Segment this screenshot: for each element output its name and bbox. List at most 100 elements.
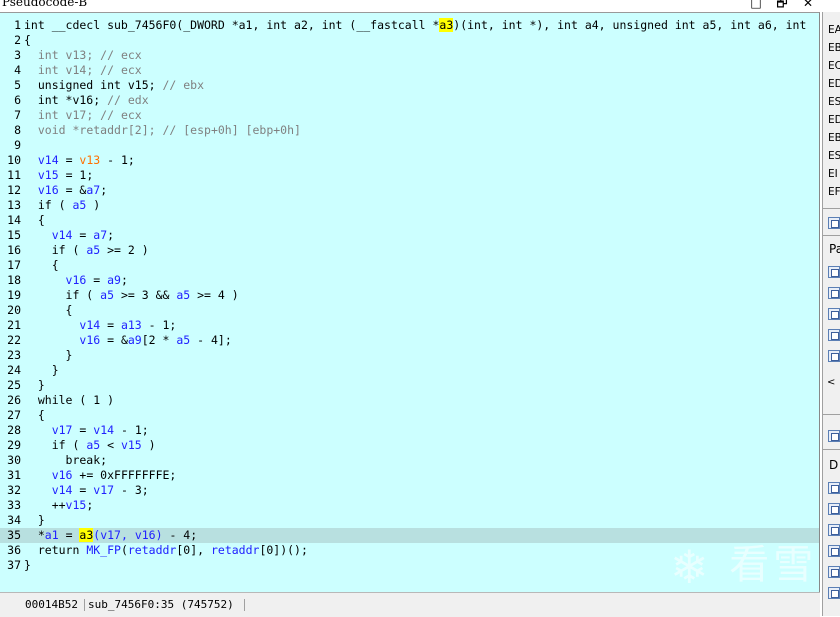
code-line[interactable]: 4 int v14; // ecx [0, 63, 819, 78]
code-token: } [24, 363, 59, 377]
close-button[interactable]: ✕ [800, 0, 816, 10]
code-text[interactable]: v16 = &a7; [24, 183, 107, 198]
code-token: >= 4 ) [190, 288, 239, 302]
panel-icon[interactable] [828, 587, 840, 599]
panel-icon[interactable] [828, 566, 840, 578]
code-line[interactable]: 16 if ( a5 >= 2 ) [0, 243, 819, 258]
code-text[interactable]: while ( 1 ) [24, 393, 114, 408]
code-line[interactable]: 12 v16 = &a7; [0, 183, 819, 198]
code-line[interactable]: 18 v16 = a9; [0, 273, 819, 288]
code-text[interactable]: return MK_FP(retaddr[0], retaddr[0])(); [24, 543, 308, 558]
code-text[interactable]: { [24, 258, 59, 273]
code-text[interactable]: if ( a5 ) [24, 198, 100, 213]
code-line[interactable]: 31 v16 += 0xFFFFFFFE; [0, 468, 819, 483]
code-line[interactable]: 9 [0, 138, 819, 153]
code-token: } [24, 378, 45, 392]
code-line[interactable]: 26 while ( 1 ) [0, 393, 819, 408]
code-line[interactable]: 11 v15 = 1; [0, 168, 819, 183]
code-line[interactable]: 19 if ( a5 >= 3 && a5 >= 4 ) [0, 288, 819, 303]
code-text[interactable]: ++v15; [24, 498, 94, 513]
panel-icon[interactable] [828, 350, 840, 362]
panel-icon[interactable] [828, 545, 840, 557]
code-text[interactable]: unsigned int v15; // ebx [24, 78, 204, 93]
scroll-left-icon[interactable]: < [827, 377, 835, 388]
code-line[interactable]: 33 ++v15; [0, 498, 819, 513]
code-text[interactable]: if ( a5 >= 2 ) [24, 243, 149, 258]
code-text[interactable]: v14 = a13 - 1; [24, 318, 176, 333]
panel-icon[interactable] [828, 287, 840, 299]
code-token: a5 [86, 438, 101, 452]
code-text[interactable]: if ( a5 >= 3 && a5 >= 4 ) [24, 288, 239, 303]
code-text[interactable]: void *retaddr[2]; // [esp+0h] [ebp+0h] [24, 123, 301, 138]
code-line[interactable]: 2{ [0, 33, 819, 48]
code-line[interactable]: 1 int __cdecl sub_7456F0(_DWORD *a1, int … [0, 18, 819, 33]
code-text[interactable]: if ( a5 < v15 ) [24, 438, 156, 453]
panel-icon[interactable] [828, 430, 840, 442]
code-line[interactable]: 20 { [0, 303, 819, 318]
code-text[interactable]: v17 = v14 - 1; [24, 423, 149, 438]
code-line[interactable]: 17 { [0, 258, 819, 273]
code-line[interactable]: 6 int *v16; // edx [0, 93, 819, 108]
code-text[interactable]: } [24, 558, 31, 573]
code-line[interactable]: 27 { [0, 408, 819, 423]
code-line[interactable]: 15 v14 = a7; [0, 228, 819, 243]
restore-button[interactable]: 🗗 [774, 0, 790, 10]
panel-icon[interactable] [828, 482, 840, 494]
code-text[interactable]: v16 = a9; [24, 273, 128, 288]
code-text[interactable]: } [24, 348, 73, 363]
code-line[interactable]: 21 v14 = a13 - 1; [0, 318, 819, 333]
code-line[interactable]: 10 v14 = v13 - 1; [0, 153, 819, 168]
code-line[interactable]: 22 v16 = &a9[2 * a5 - 4]; [0, 333, 819, 348]
code-token: (v17, v16) [93, 528, 163, 542]
panel-icon[interactable] [828, 217, 840, 229]
code-text[interactable]: { [24, 213, 45, 228]
code-line[interactable]: 14 { [0, 213, 819, 228]
code-line[interactable]: 29 if ( a5 < v15 ) [0, 438, 819, 453]
code-line[interactable]: 28 v17 = v14 - 1; [0, 423, 819, 438]
code-line[interactable]: 25 } [0, 378, 819, 393]
code-text[interactable]: int v13; // ecx [24, 48, 142, 63]
code-line[interactable]: 30 break; [0, 453, 819, 468]
code-text[interactable]: { [24, 303, 73, 318]
code-line[interactable]: 32 v14 = v17 - 3; [0, 483, 819, 498]
code-text[interactable]: } [24, 363, 59, 378]
code-text[interactable]: int v14; // ecx [24, 63, 142, 78]
code-text[interactable]: { [24, 408, 45, 423]
code-line[interactable]: 5 unsigned int v15; // ebx [0, 78, 819, 93]
code-text[interactable]: break; [24, 453, 108, 468]
code-line[interactable]: 34 } [0, 513, 819, 528]
pseudocode-editor[interactable]: 1 int __cdecl sub_7456F0(_DWORD *a1, int … [0, 12, 820, 592]
panel-icon[interactable] [828, 266, 840, 278]
panel-icon[interactable] [828, 308, 840, 320]
code-line[interactable]: 8 void *retaddr[2]; // [esp+0h] [ebp+0h] [0, 123, 819, 138]
code-token: = [72, 483, 94, 497]
code-text[interactable]: v15 = 1; [24, 168, 93, 183]
code-text[interactable]: int *v16; // edx [24, 93, 149, 108]
code-line[interactable]: 13 if ( a5 ) [0, 198, 819, 213]
code-text[interactable]: v14 = v17 - 3; [24, 483, 149, 498]
code-text[interactable]: { [24, 33, 31, 48]
panel-icon[interactable] [828, 503, 840, 515]
panel-icon[interactable] [828, 524, 840, 536]
code-text[interactable]: v16 = &a9[2 * a5 - 4]; [24, 333, 231, 348]
pin-button[interactable]: □ [748, 0, 764, 10]
panel-icon[interactable] [828, 329, 840, 341]
code-line[interactable]: 7 int v17; // ecx [0, 108, 819, 123]
code-text[interactable]: v16 += 0xFFFFFFFE; [24, 468, 177, 483]
code-token: { [24, 258, 59, 272]
code-text[interactable]: v14 = a7; [24, 228, 114, 243]
code-text[interactable]: *a1 = a3(v17, v16) - 4; [24, 528, 197, 543]
code-line[interactable]: 3 int v13; // ecx [0, 48, 819, 63]
code-text[interactable]: int v17; // ecx [24, 108, 142, 123]
register-label: ES [828, 150, 840, 162]
code-text[interactable]: } [24, 513, 45, 528]
code-line[interactable]: 23 } [0, 348, 819, 363]
code-line[interactable]: 24 } [0, 363, 819, 378]
code-text[interactable]: v14 = v13 - 1; [24, 153, 135, 168]
code-text[interactable]: } [24, 378, 45, 393]
code-text[interactable]: int __cdecl sub_7456F0(_DWORD *a1, int a… [24, 18, 806, 33]
